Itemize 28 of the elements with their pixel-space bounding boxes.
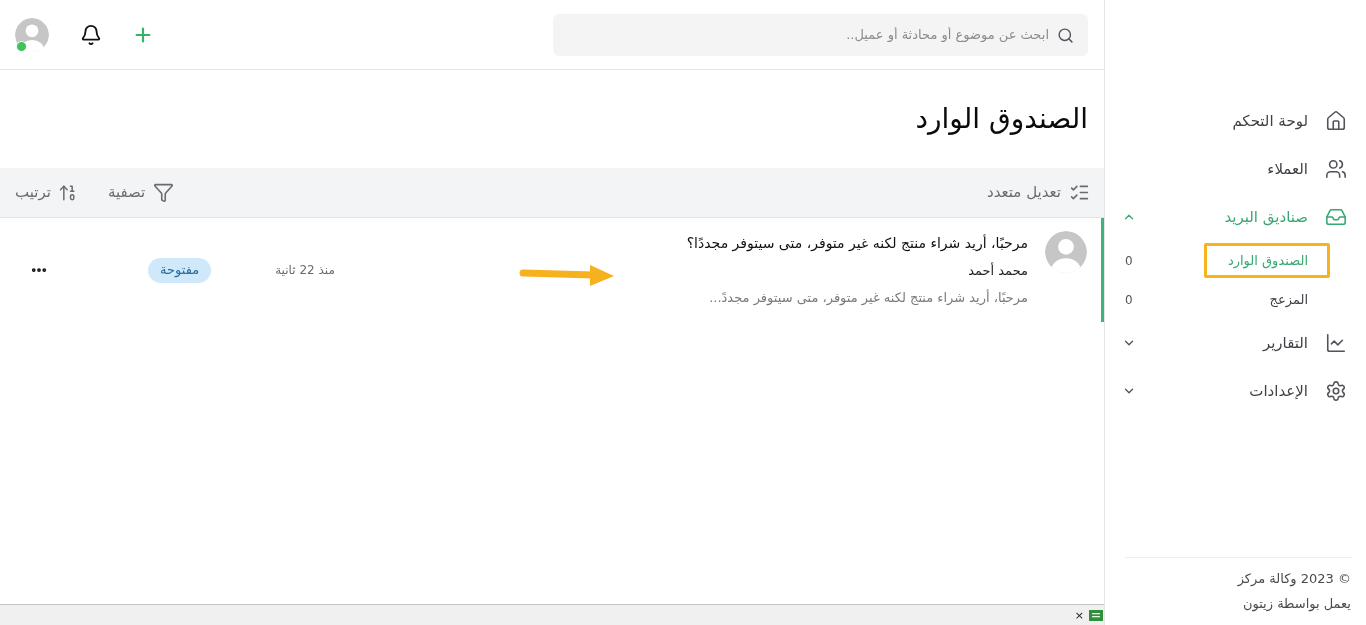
filter-button[interactable]: تصفية — [107, 181, 175, 204]
inbox-icon — [1325, 206, 1347, 228]
unread-count: 0 — [1125, 291, 1133, 309]
powered-by-text: يعمل بواسطة زيتون — [1242, 594, 1352, 613]
sidebar-nav-link[interactable]: العملاء — [1105, 145, 1366, 193]
sort-button[interactable]: ترتيب — [15, 181, 78, 204]
time-ago: منذ 22 ثانية — [275, 262, 335, 279]
settings-icon — [1325, 380, 1347, 402]
users-icon — [1325, 158, 1347, 180]
sidebar-nav-link[interactable]: التقارير — [1105, 319, 1366, 367]
conversation-row[interactable]: مرحبًا، أريد شراء منتج لكنه غير متوفر، متى سيتوفر مجددًا؟ محمد أحمد مرحبًا، أريد شراء منتج لكنه غير متوفر، متى سيتوفر مجددً... منذ 22 ثانية مفتوحة — [0, 218, 1104, 322]
sidebar-nav-link[interactable]: الإعدادات — [1105, 367, 1366, 415]
unread-count: 0 — [1125, 252, 1133, 270]
sidebar-nav-link[interactable]: لوحة التحكم — [1105, 97, 1366, 145]
filter-icon — [153, 182, 175, 203]
search-icon — [1057, 26, 1074, 44]
line-chart-icon — [1325, 332, 1347, 354]
avatar-icon — [1045, 231, 1087, 273]
conversation-subject: مرحبًا، أريد شراء منتج لكنه غير متوفر، متى سيتوفر مجددًا؟ — [686, 234, 1028, 253]
bell-icon[interactable] — [80, 23, 102, 46]
home-icon — [1325, 110, 1347, 132]
status-badge: مفتوحة — [148, 257, 212, 283]
page-title: الصندوق الوارد — [915, 101, 1088, 137]
message-preview: مرحبًا، أريد شراء منتج لكنه غير متوفر، متى سيتوفر مجددً... — [709, 288, 1028, 307]
sender-name: محمد أحمد — [968, 261, 1028, 280]
close-glyph[interactable]: × — [1074, 609, 1084, 621]
bulk-edit-button[interactable]: تعديل متعدد — [987, 181, 1090, 204]
copyright-text: © 2023 وكالة مركز — [1237, 570, 1352, 589]
